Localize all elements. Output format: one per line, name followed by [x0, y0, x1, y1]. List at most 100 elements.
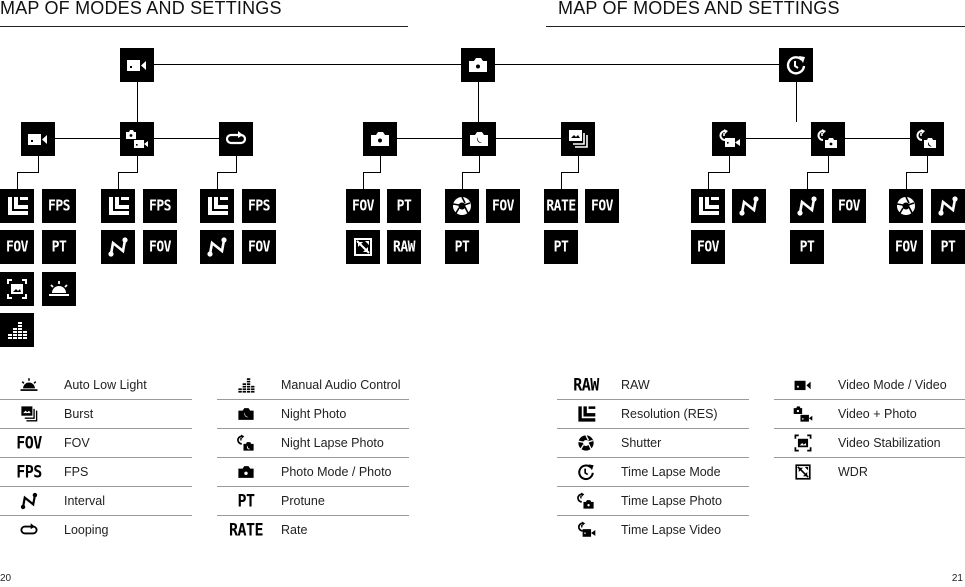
- time-lapse-icon: [783, 52, 809, 78]
- legend-label: Interval: [64, 494, 105, 508]
- audio-icon: [4, 317, 30, 343]
- shutter-icon: [449, 193, 475, 219]
- legend-item: Time Lapse Mode: [557, 458, 749, 487]
- legend-item: Manual Audio Control: [217, 371, 409, 400]
- legend-item: Auto Low Light: [0, 371, 192, 400]
- legend-item: Night Lapse Photo: [217, 429, 409, 458]
- setting-photo-2: [346, 230, 380, 264]
- legend-item: PT Protune: [217, 487, 409, 516]
- night-photo-icon: [466, 126, 492, 152]
- legend-column-2: Manual Audio Control Night Photo Night Lap…: [217, 371, 409, 544]
- resolution-icon: [4, 193, 30, 219]
- legend-icon-cell: [217, 461, 275, 483]
- legend-icon-cell: [557, 432, 615, 454]
- fov-text-icon: FOV: [591, 197, 613, 215]
- setting-time-lapse-video-2: FOV: [691, 230, 725, 264]
- setting-looping-3: FOV: [242, 230, 276, 264]
- fov-text-icon: FOV: [492, 197, 514, 215]
- legend-label: FOV: [64, 436, 90, 450]
- raw-text-icon: RAW: [573, 375, 599, 395]
- wdr-icon: [792, 461, 814, 483]
- submode-video-photo: [120, 122, 154, 156]
- time-lapse-photo-icon: [575, 490, 597, 512]
- setting-night-photo-2: PT: [445, 230, 479, 264]
- resolution-icon: [105, 193, 131, 219]
- setting-connector: [561, 172, 562, 189]
- legend-item: Video Stabilization: [774, 429, 965, 458]
- video-icon: [25, 126, 51, 152]
- legend-label: Time Lapse Photo: [621, 494, 722, 508]
- legend-item: Burst: [0, 400, 192, 429]
- submode-night-photo: [462, 122, 496, 156]
- fov-text-icon: FOV: [352, 197, 374, 215]
- legend-label: Time Lapse Mode: [621, 465, 721, 479]
- setting-connector: [807, 172, 829, 173]
- time-lapse-video-icon: [716, 126, 742, 152]
- legend-item: Video + Photo: [774, 400, 965, 429]
- legend-item: Looping: [0, 516, 192, 544]
- submode-time-lapse-video: [712, 122, 746, 156]
- legend-icon-cell: FOV: [0, 433, 58, 453]
- setting-night-lapse-photo-2: FOV: [889, 230, 923, 264]
- low-light-icon: [46, 276, 72, 302]
- pt-text-icon: PT: [396, 197, 412, 215]
- setting-video-5: [42, 272, 76, 306]
- time-lapse-icon: [575, 461, 597, 483]
- setting-connector: [17, 172, 39, 173]
- mode-video: [120, 48, 154, 82]
- legend-icon-cell: FPS: [0, 462, 58, 482]
- mode-time-lapse: [779, 48, 813, 82]
- interval-icon: [204, 234, 230, 260]
- photo-icon: [367, 126, 393, 152]
- mode-connector: [796, 82, 797, 122]
- setting-connector: [708, 172, 730, 173]
- legend-item: Time Lapse Photo: [557, 487, 749, 516]
- legend-icon-cell: RAW: [557, 375, 615, 395]
- fov-text-icon: FOV: [248, 238, 270, 256]
- legend-icon-cell: [557, 490, 615, 512]
- setting-connector: [17, 172, 18, 189]
- submode-video: [21, 122, 55, 156]
- audio-icon: [235, 374, 257, 396]
- legend-icon-cell: [217, 374, 275, 396]
- setting-connector: [578, 156, 579, 172]
- legend-item: Photo Mode / Photo: [217, 458, 409, 487]
- night-lapse-icon: [235, 432, 257, 454]
- legend-item: WDR: [774, 458, 965, 486]
- legend-icon-cell: [774, 403, 832, 425]
- legend-item: Time Lapse Video: [557, 516, 749, 544]
- legend-label: Night Photo: [281, 407, 347, 421]
- legend-label: Time Lapse Video: [621, 523, 722, 537]
- legend-icon-cell: [774, 461, 832, 483]
- setting-video-2: FOV: [0, 230, 34, 264]
- legend-label: Rate: [281, 523, 308, 537]
- setting-connector: [561, 172, 579, 173]
- legend-label: Burst: [64, 407, 94, 421]
- mode-photo: [461, 48, 495, 82]
- setting-video-0: [0, 189, 34, 223]
- low-light-icon: [18, 374, 40, 396]
- legend-icon-cell: [0, 519, 58, 541]
- setting-video-photo-1: FPS: [143, 189, 177, 223]
- setting-connector: [363, 172, 364, 189]
- legend-label: Resolution (RES): [621, 407, 718, 421]
- setting-burst-2: PT: [544, 230, 578, 264]
- legend-icon-cell: [557, 519, 615, 541]
- submode-looping: [219, 122, 253, 156]
- setting-connector: [217, 172, 218, 189]
- time-lapse-video-icon: [575, 519, 597, 541]
- legend-label: Night Lapse Photo: [281, 436, 384, 450]
- setting-night-lapse-photo-0: [889, 189, 923, 223]
- legend-icon-cell: [0, 403, 58, 425]
- photo-icon: [465, 52, 491, 78]
- video-icon: [792, 374, 814, 396]
- setting-time-lapse-video-1: [732, 189, 766, 223]
- setting-connector: [729, 156, 730, 172]
- pt-text-icon: PT: [940, 238, 956, 256]
- setting-night-photo-0: [445, 189, 479, 223]
- setting-connector: [807, 172, 808, 189]
- setting-photo-1: PT: [387, 189, 421, 223]
- setting-connector: [118, 172, 119, 189]
- pt-text-icon: PT: [799, 238, 815, 256]
- legend-label: WDR: [838, 465, 868, 479]
